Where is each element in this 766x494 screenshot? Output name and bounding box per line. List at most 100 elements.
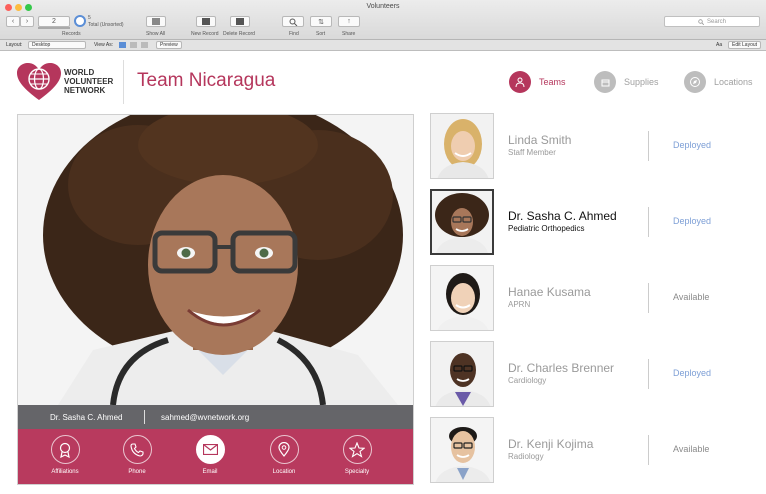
- new-record-label: New Record: [191, 31, 219, 37]
- member-thumbnail: [430, 189, 494, 255]
- search-placeholder: Search: [706, 18, 726, 25]
- nav-supplies-label: Supplies: [624, 77, 659, 87]
- phone-label: Phone: [128, 469, 146, 475]
- location-label: Location: [272, 469, 296, 475]
- list-item-kenji-kojima[interactable]: Dr. Kenji Kojima Radiology Available: [430, 417, 760, 485]
- map-pin-icon: [269, 435, 299, 464]
- find-label: Find: [289, 31, 299, 37]
- share-icon: ↑: [347, 18, 351, 25]
- status-badge: Deployed: [673, 140, 712, 150]
- share-button[interactable]: ↑: [338, 16, 360, 27]
- affiliations-button[interactable]: Affiliations: [35, 435, 95, 475]
- specialty-label: Specialty: [344, 469, 370, 475]
- search-icon: [698, 18, 704, 25]
- window-title: Volunteers: [366, 3, 400, 10]
- member-name: Dr. Sasha C. Ahmed: [508, 209, 617, 223]
- list-item-sasha-ahmed[interactable]: Dr. Sasha C. Ahmed Pediatric Orthopedics…: [430, 189, 760, 257]
- sort-label: Sort: [316, 31, 326, 37]
- new-record-button[interactable]: [196, 16, 216, 27]
- email-button[interactable]: Email: [180, 435, 240, 475]
- show-all-button[interactable]: [146, 16, 166, 27]
- record-total: 5: [88, 15, 91, 21]
- record-slider[interactable]: [38, 27, 70, 29]
- nav-teams[interactable]: Teams: [509, 70, 566, 94]
- text-size-button[interactable]: Aa: [716, 42, 722, 48]
- row-separator: [648, 359, 649, 389]
- sort-icon: ⇅: [318, 18, 324, 26]
- logo-text: WORLD VOLUNTEER NETWORK: [64, 68, 114, 95]
- member-role: Staff Member: [508, 148, 556, 157]
- delete-record-label: Delete Record: [223, 31, 255, 37]
- window-titlebar: Volunteers ‹ › 2 5 Total (Unsorted) Reco…: [0, 0, 766, 40]
- record-number-field[interactable]: 2: [38, 16, 70, 27]
- nav-locations-label: Locations: [714, 77, 753, 87]
- envelope-icon: [195, 435, 225, 464]
- magnifier-icon: [289, 18, 297, 26]
- box-icon: [594, 71, 616, 93]
- preview-label: Preview: [160, 42, 178, 48]
- find-button[interactable]: [282, 16, 304, 27]
- grid-icon: [152, 18, 160, 25]
- records-label: Records: [62, 31, 81, 37]
- status-badge: Available: [673, 292, 710, 302]
- action-bar: Affiliations Phone Email Location Specia…: [18, 429, 413, 484]
- delete-record-button[interactable]: [230, 16, 250, 27]
- layout-bar: Layout: Desktop View As: Preview Aa Edit…: [0, 40, 766, 51]
- contact-separator: [144, 410, 145, 424]
- phone-icon: [122, 435, 152, 464]
- member-name: Linda Smith: [508, 133, 572, 147]
- member-role: Pediatric Orthopedics: [508, 224, 585, 233]
- star-icon: [342, 435, 372, 464]
- edit-layout-label: Edit Layout: [732, 42, 758, 48]
- location-button[interactable]: Location: [254, 435, 314, 475]
- member-name: Dr. Kenji Kojima: [508, 437, 594, 451]
- status-badge: Deployed: [673, 368, 712, 378]
- edit-layout-button[interactable]: Edit Layout: [728, 41, 762, 49]
- status-badge: Available: [673, 444, 710, 454]
- previous-record-button[interactable]: ‹: [6, 16, 20, 27]
- world-volunteer-network-logo: [17, 63, 61, 100]
- member-name: Hanae Kusama: [508, 285, 591, 299]
- pie-status-icon: [74, 15, 86, 27]
- share-label: Share: [342, 31, 356, 37]
- layout-select[interactable]: Desktop: [28, 41, 86, 49]
- page-title: Team Nicaragua: [137, 70, 276, 91]
- list-item-charles-brenner[interactable]: Dr. Charles Brenner Cardiology Deployed: [430, 341, 760, 409]
- member-contact-bar: Dr. Sasha C. Ahmed sahmed@wvnetwork.org: [18, 405, 413, 429]
- compass-icon: [684, 71, 706, 93]
- form-view-button[interactable]: [119, 42, 126, 48]
- next-record-button[interactable]: ›: [20, 16, 34, 27]
- member-thumbnail: [430, 341, 494, 407]
- preview-button[interactable]: Preview: [156, 41, 182, 49]
- show-all-label: Show All: [146, 31, 166, 37]
- badge-icon: [50, 435, 80, 464]
- member-name: Dr. Charles Brenner: [508, 361, 615, 375]
- specialty-button[interactable]: Specialty: [327, 435, 387, 475]
- status-badge: Deployed: [673, 216, 712, 226]
- layout-label: Layout:: [6, 42, 23, 48]
- list-view-button[interactable]: [130, 42, 137, 48]
- nav-locations[interactable]: Locations: [684, 70, 753, 94]
- member-portrait: [18, 115, 413, 405]
- email-label: Email: [202, 469, 218, 475]
- selected-member-email[interactable]: sahmed@wvnetwork.org: [161, 413, 249, 422]
- affiliations-label: Affiliations: [51, 469, 79, 475]
- member-thumbnail: [430, 265, 494, 331]
- chevron-right-icon: ›: [25, 18, 29, 25]
- member-role: APRN: [508, 300, 531, 309]
- nav-teams-label: Teams: [539, 77, 566, 87]
- sort-button[interactable]: ⇅: [310, 16, 332, 27]
- phone-button[interactable]: Phone: [107, 435, 167, 475]
- layout-value: Desktop: [32, 42, 51, 48]
- row-separator: [648, 435, 649, 465]
- row-separator: [648, 131, 649, 161]
- list-item-hanae-kusama[interactable]: Hanae Kusama APRN Available: [430, 265, 760, 333]
- row-separator: [648, 283, 649, 313]
- member-detail-card: Dr. Sasha C. Ahmed sahmed@wvnetwork.org …: [17, 114, 414, 485]
- search-input[interactable]: Search: [664, 16, 760, 27]
- table-view-button[interactable]: [141, 42, 148, 48]
- list-item-linda-smith[interactable]: Linda Smith Staff Member Deployed: [430, 113, 760, 181]
- chevron-left-icon: ‹: [11, 18, 15, 25]
- nav-supplies[interactable]: Supplies: [594, 70, 659, 94]
- member-role: Radiology: [508, 452, 544, 461]
